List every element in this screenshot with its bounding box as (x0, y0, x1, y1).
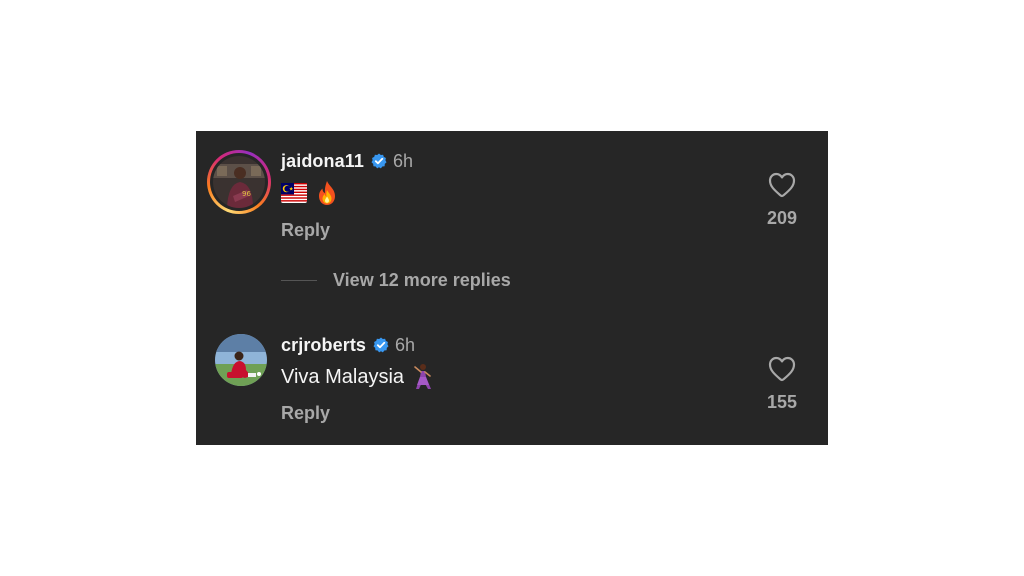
timestamp: 6h (392, 150, 413, 171)
reply-button[interactable]: Reply (281, 403, 330, 424)
replies-divider (281, 279, 317, 281)
dancer-icon (412, 363, 434, 391)
view-more-replies-label: View 12 more replies (333, 269, 511, 290)
fire-icon (315, 180, 339, 206)
comments-panel: 96 jaidona11 6h Reply 209 View 12 more r… (196, 131, 828, 445)
like-count: 155 (766, 392, 798, 412)
like-group: 209 (762, 172, 802, 229)
avatar-story-ring[interactable]: 96 (207, 150, 271, 214)
svg-text:96: 96 (242, 190, 251, 198)
heart-outline-icon[interactable] (768, 356, 796, 382)
verified-badge-icon (371, 153, 387, 169)
reply-button[interactable]: Reply (281, 220, 330, 241)
avatar[interactable]: 96 (213, 156, 265, 208)
username[interactable]: crjroberts (281, 335, 366, 356)
comment-text: Viva Malaysia (281, 363, 434, 391)
comment-item: crjroberts 6h Viva Malaysia Reply 155 (196, 331, 828, 445)
view-more-replies-button[interactable]: View 12 more replies (281, 268, 511, 292)
avatar[interactable] (215, 334, 267, 386)
flag-malaysia-icon (281, 183, 307, 203)
comment-item: 96 jaidona11 6h Reply 209 (196, 131, 828, 251)
like-count: 209 (766, 208, 798, 228)
heart-outline-icon[interactable] (768, 172, 796, 198)
timestamp: 6h (395, 334, 416, 355)
verified-badge-icon (373, 337, 389, 353)
username[interactable]: jaidona11 (281, 151, 364, 172)
like-group: 155 (762, 356, 802, 413)
avatar-container[interactable] (215, 334, 267, 386)
comment-body: Viva Malaysia (281, 365, 405, 388)
comment-header: crjroberts 6h (281, 334, 415, 356)
avatar-ring-gap: 96 (210, 153, 268, 211)
comment-text (281, 179, 339, 207)
comment-header: jaidona11 6h (281, 150, 413, 172)
